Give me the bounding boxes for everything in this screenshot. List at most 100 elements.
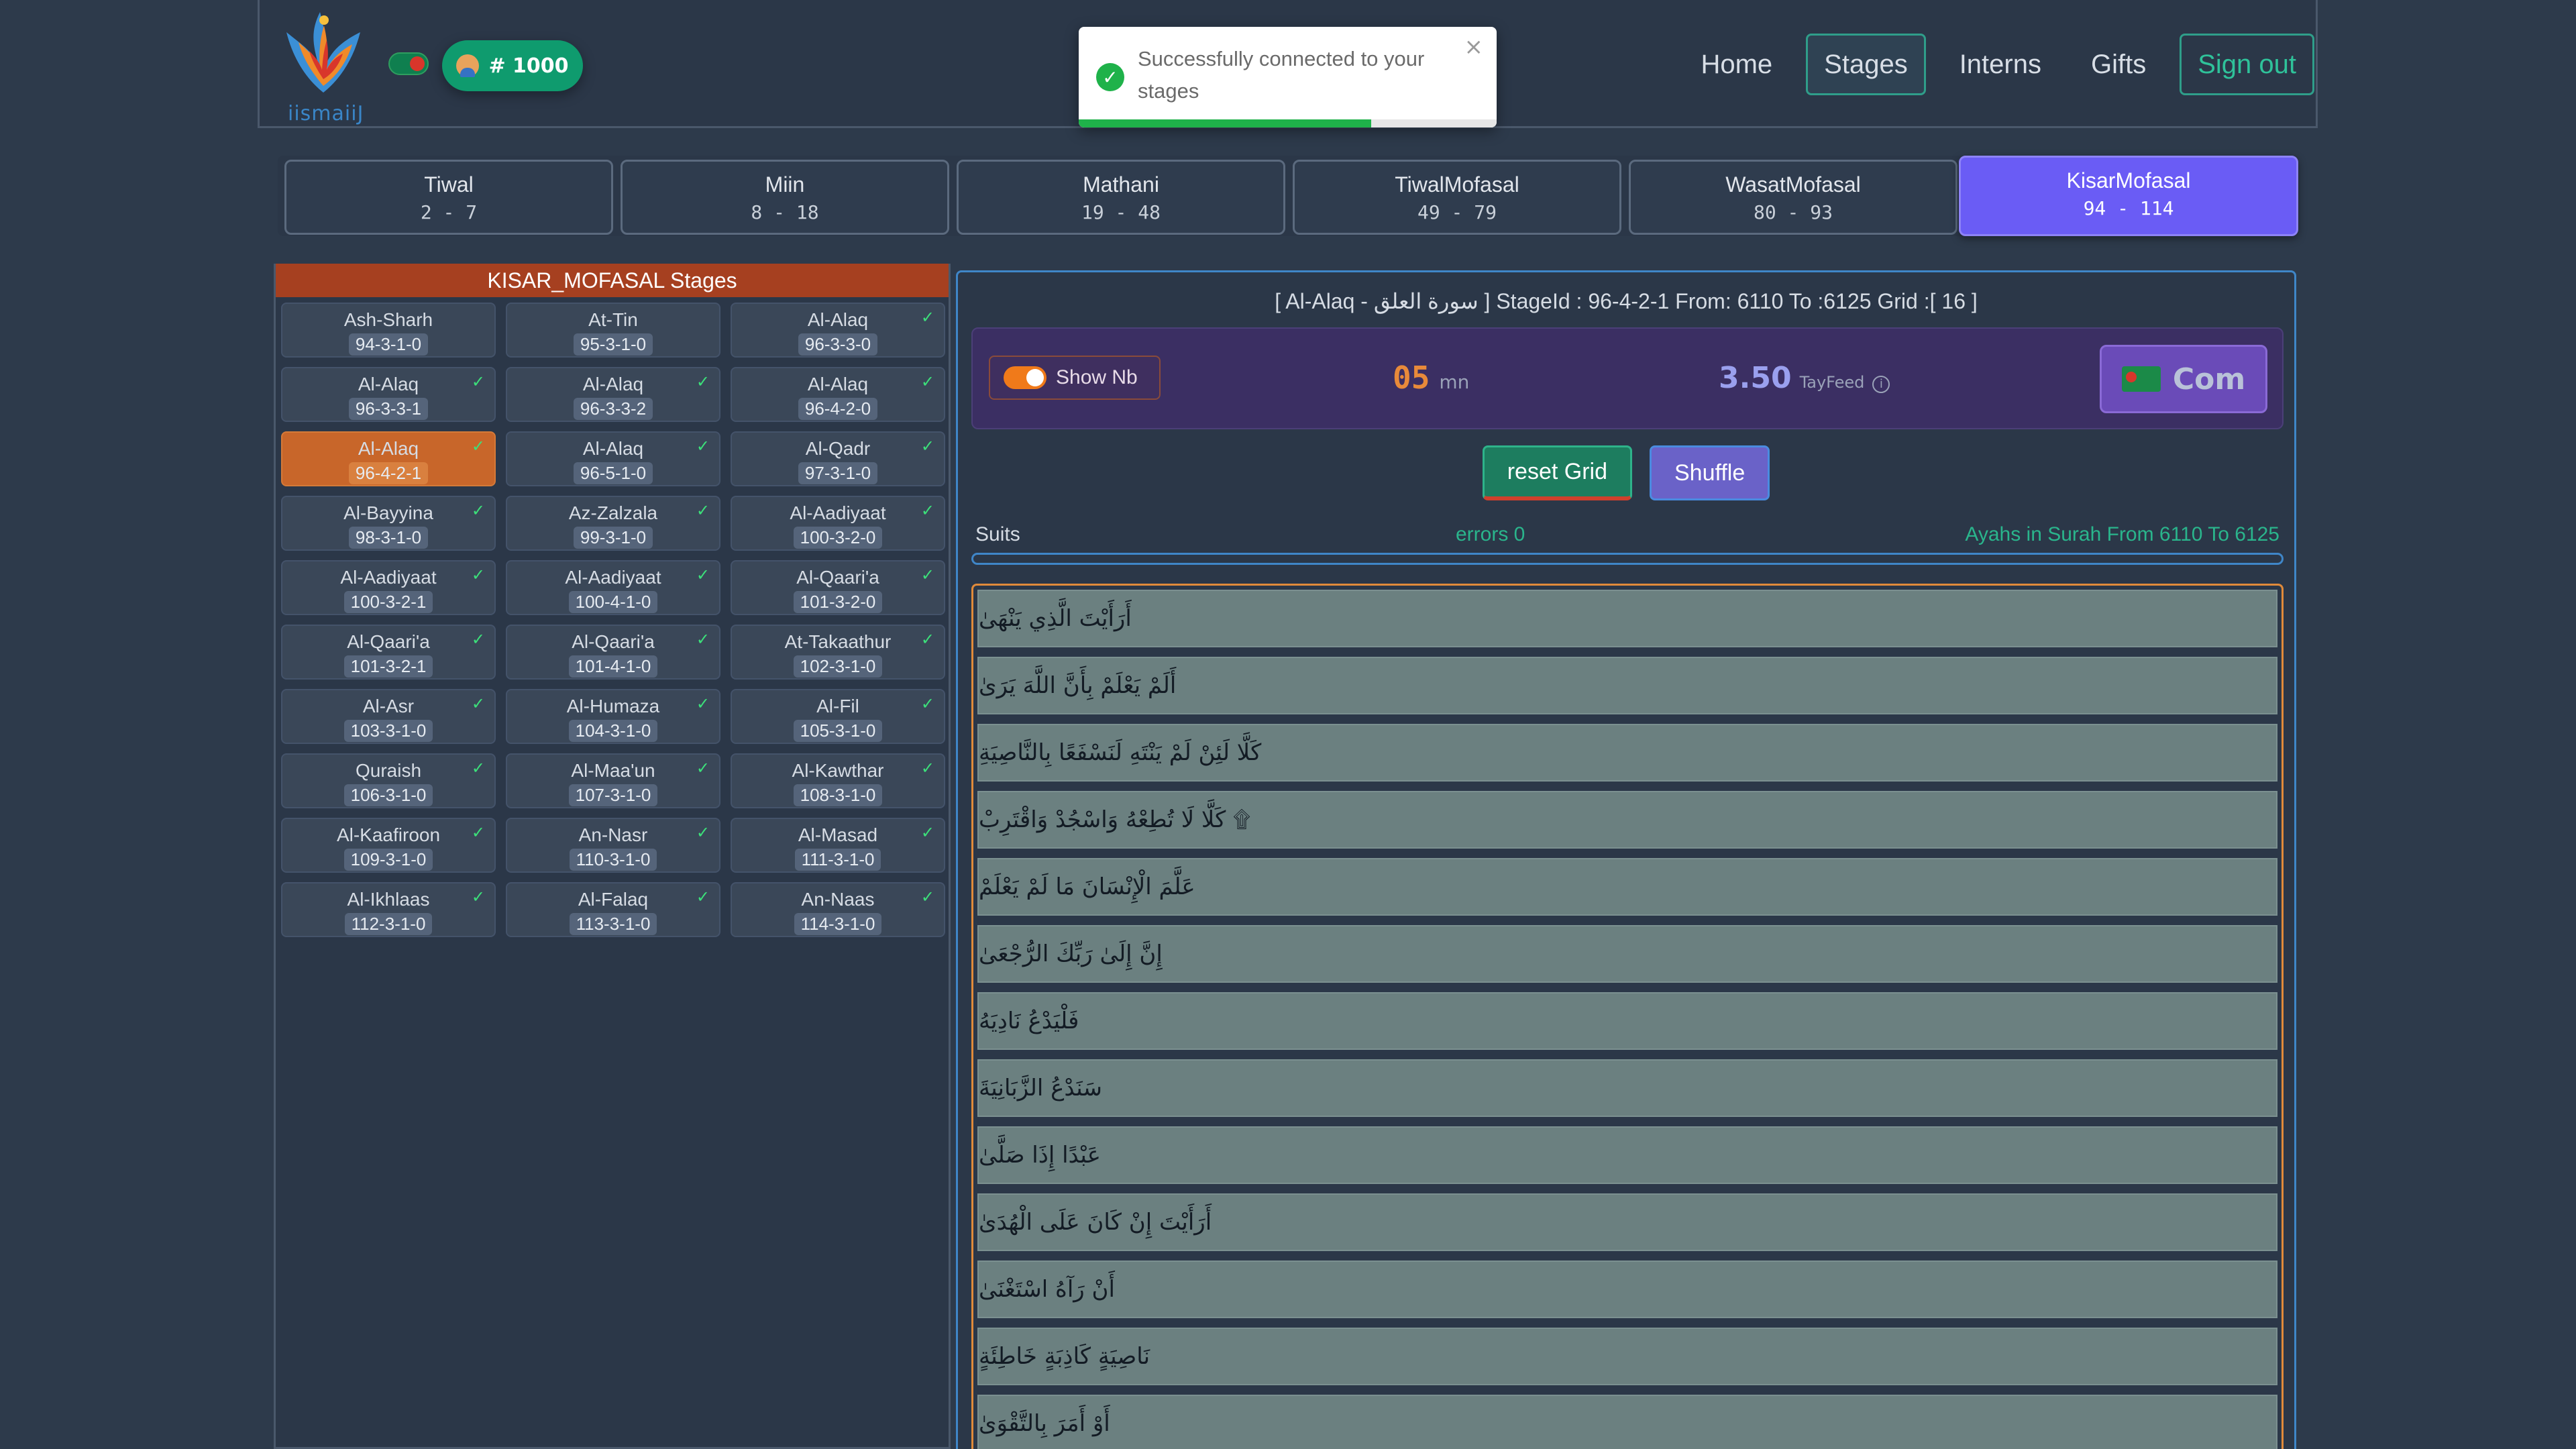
stage-card[interactable]: Al-Asr 103-3-1-0 ✓	[281, 689, 496, 744]
stage-card[interactable]: Al-Kaafiroon 109-3-1-0 ✓	[281, 818, 496, 873]
stage-id: 101-4-1-0	[568, 655, 658, 678]
tab-tiwal[interactable]: Tiwal 2 - 7	[284, 160, 613, 235]
stage-card[interactable]: At-Tin 95-3-1-0	[506, 303, 720, 358]
tab-tiwalmofasal[interactable]: TiwalMofasal 49 - 79	[1293, 160, 1621, 235]
stage-id: 100-3-2-0	[793, 527, 883, 549]
stage-name: Quraish	[355, 760, 422, 781]
stage-name: Al-Falaq	[578, 889, 649, 910]
stage-id: 99-3-1-0	[573, 527, 653, 549]
shuffle-button[interactable]: Shuffle	[1650, 445, 1770, 500]
nav-stages[interactable]: Stages	[1806, 34, 1926, 95]
checkmark-icon: ✓	[920, 372, 934, 391]
checkmark-icon: ✓	[471, 566, 485, 584]
stage-card[interactable]: At-Takaathur 102-3-1-0 ✓	[731, 625, 945, 680]
stage-card[interactable]: Al-Kawthar 108-3-1-0 ✓	[731, 753, 945, 808]
com-button[interactable]: Com	[2100, 345, 2267, 413]
ayah-tile[interactable]: أَوْ أَمَرَ بِالتَّقْوَىٰ	[977, 1395, 2277, 1449]
ayah-tile[interactable]: أَرَأَيْتَ الَّذِي يَنْهَىٰ	[977, 590, 2277, 647]
nav-interns[interactable]: Interns	[1943, 34, 2057, 95]
stage-name: Al-Qaari'a	[572, 631, 655, 652]
sign-out-button[interactable]: Sign out	[2180, 34, 2314, 95]
stage-card[interactable]: Al-Fil 105-3-1-0 ✓	[731, 689, 945, 744]
stage-card[interactable]: Al-Alaq 96-4-2-1 ✓	[281, 431, 496, 486]
stage-name: Al-Qadr	[805, 438, 871, 459]
checkmark-icon: ✓	[696, 566, 710, 584]
stage-card[interactable]: Al-Aadiyaat 100-3-2-0 ✓	[731, 496, 945, 551]
tab-kisarmofasal[interactable]: KisarMofasal 94 - 114	[1959, 156, 2298, 236]
stage-id: 111-3-1-0	[794, 849, 881, 871]
nav-home[interactable]: Home	[1684, 34, 1788, 95]
language-flag-toggle[interactable]	[388, 52, 429, 75]
stage-card[interactable]: Az-Zalzala 99-3-1-0 ✓	[506, 496, 720, 551]
stage-id: 98-3-1-0	[348, 527, 429, 549]
ayah-tile[interactable]: عَلَّمَ الْإِنْسَانَ مَا لَمْ يَعْلَمْ	[977, 858, 2277, 916]
info-icon[interactable]: i	[1872, 375, 1890, 393]
control-bar: Show Nb 05 mn 3.50 TayFeed i Com	[971, 327, 2284, 429]
ayah-tile[interactable]: ۩ كَلَّا لَا تُطِعْهُ وَاسْجُدْ وَاقْتَر…	[977, 791, 2277, 849]
suits-label: Suits	[975, 523, 1020, 545]
logo[interactable]: iismaiiJ	[280, 5, 367, 125]
stage-name: Al-Humaza	[566, 696, 660, 716]
ayah-tile[interactable]: أَنْ رَآهُ اسْتَغْنَىٰ	[977, 1260, 2277, 1318]
stage-card[interactable]: Al-Qaari'a 101-3-2-0 ✓	[731, 560, 945, 615]
stage-card[interactable]: Al-Bayyina 98-3-1-0 ✓	[281, 496, 496, 551]
toggle-switch[interactable]	[1004, 366, 1046, 389]
user-rank-badge[interactable]: # 1000	[442, 40, 583, 91]
logo-text: iismaiiJ	[288, 102, 364, 125]
tab-mathani[interactable]: Mathani 19 - 48	[957, 160, 1285, 235]
tab-wasatmofasal[interactable]: WasatMofasal 80 - 93	[1629, 160, 1957, 235]
stage-card[interactable]: Al-Humaza 104-3-1-0 ✓	[506, 689, 720, 744]
checkmark-icon: ✓	[696, 372, 710, 391]
stage-card[interactable]: Al-Alaq 96-3-3-1 ✓	[281, 367, 496, 422]
ayah-tile[interactable]: كَلَّا لَئِنْ لَمْ يَنْتَهِ لَنَسْفَعًا …	[977, 724, 2277, 782]
stage-card[interactable]: Al-Qaari'a 101-4-1-0 ✓	[506, 625, 720, 680]
ayah-tile[interactable]: عَبْدًا إِذَا صَلَّىٰ	[977, 1126, 2277, 1184]
ayah-tile[interactable]: سَنَدْعُ الزَّبَانِيَةَ	[977, 1059, 2277, 1117]
stage-card[interactable]: Quraish 106-3-1-0 ✓	[281, 753, 496, 808]
stage-card[interactable]: Al-Alaq 96-3-3-2 ✓	[506, 367, 720, 422]
flag-icon	[2121, 366, 2161, 392]
checkmark-icon: ✓	[471, 501, 485, 520]
checkmark-icon: ✓	[696, 437, 710, 455]
stage-id: 101-3-2-1	[343, 655, 433, 678]
stage-card[interactable]: Al-Ikhlaas 112-3-1-0 ✓	[281, 882, 496, 937]
stage-name: Al-Alaq	[582, 374, 644, 394]
stage-card[interactable]: Al-Alaq 96-3-3-0 ✓	[731, 303, 945, 358]
checkmark-icon: ✓	[920, 308, 934, 327]
stage-card[interactable]: Al-Aadiyaat 100-4-1-0 ✓	[506, 560, 720, 615]
stage-card[interactable]: Al-Qaari'a 101-3-2-1 ✓	[281, 625, 496, 680]
tayfeed: 3.50 TayFeed i	[1719, 361, 1890, 395]
ayah-tile[interactable]: نَاصِيَةٍ كَاذِبَةٍ خَاطِئَةٍ	[977, 1328, 2277, 1385]
checkmark-icon: ✓	[471, 759, 485, 777]
ayah-tile[interactable]: أَلَمْ يَعْلَمْ بِأَنَّ اللَّهَ يَرَىٰ	[977, 657, 2277, 714]
ayah-tile[interactable]: أَرَأَيْتَ إِنْ كَانَ عَلَى الْهُدَىٰ	[977, 1193, 2277, 1251]
stage-id: 103-3-1-0	[343, 720, 433, 742]
ayah-tile[interactable]: فَلْيَدْعُ نَادِيَهُ	[977, 992, 2277, 1050]
stage-card[interactable]: An-Nasr 110-3-1-0 ✓	[506, 818, 720, 873]
stage-id: 96-3-3-1	[348, 398, 429, 420]
tab-miin[interactable]: Miin 8 - 18	[621, 160, 949, 235]
stage-card[interactable]: Al-Qadr 97-3-1-0 ✓	[731, 431, 945, 486]
stage-card[interactable]: Al-Aadiyaat 100-3-2-1 ✓	[281, 560, 496, 615]
stage-card[interactable]: Al-Falaq 113-3-1-0 ✓	[506, 882, 720, 937]
nav-gifts[interactable]: Gifts	[2075, 34, 2162, 95]
close-icon[interactable]: ×	[1464, 34, 1484, 60]
ayahs-range: Ayahs in Surah From 6110 To 6125	[1965, 523, 2279, 545]
stage-name: Al-Asr	[362, 696, 415, 716]
stage-card[interactable]: Al-Masad 111-3-1-0 ✓	[731, 818, 945, 873]
stage-card[interactable]: An-Naas 114-3-1-0 ✓	[731, 882, 945, 937]
stage-name: An-Naas	[801, 889, 875, 910]
stage-name: Al-Alaq	[807, 309, 869, 330]
checkmark-icon: ✓	[920, 630, 934, 649]
show-nb-toggle[interactable]: Show Nb	[989, 356, 1161, 400]
stage-name: Al-Qaari'a	[796, 567, 879, 588]
reset-grid-button[interactable]: reset Grid	[1482, 445, 1632, 500]
stage-card[interactable]: Al-Alaq 96-4-2-0 ✓	[731, 367, 945, 422]
stage-card[interactable]: Ash-Sharh 94-3-1-0	[281, 303, 496, 358]
ayah-tile[interactable]: إِنَّ إِلَىٰ رَبِّكَ الرُّجْعَىٰ	[977, 925, 2277, 983]
checkmark-icon: ✓	[920, 888, 934, 906]
stage-card[interactable]: Al-Maa'un 107-3-1-0 ✓	[506, 753, 720, 808]
checkmark-icon: ✓	[696, 759, 710, 777]
stage-card[interactable]: Al-Alaq 96-5-1-0 ✓	[506, 431, 720, 486]
tayfeed-label: TayFeed	[1799, 373, 1865, 392]
